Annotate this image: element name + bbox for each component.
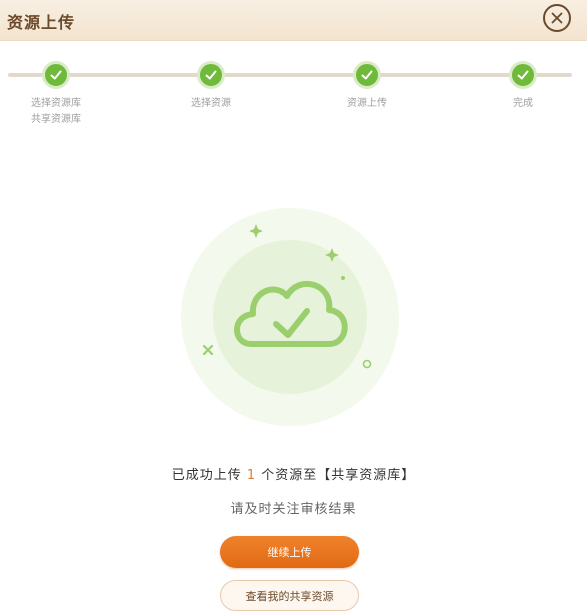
upload-success-illustration [181,208,399,426]
review-notice: 请及时关注审核结果 [230,502,357,517]
dialog-title: 资源上传 [7,13,76,32]
dialog-header: 资源上传 [0,0,587,41]
close-icon [551,12,563,24]
check-icon [50,70,62,80]
continue-upload-button[interactable]: 继续上传 [220,536,359,568]
step-4-label: 完成 [513,98,533,109]
message-suffix: 个资源至【共享资源库】 [256,468,416,483]
check-icon [517,70,529,80]
check-icon [205,70,217,80]
message-prefix: 已成功上传 [171,468,247,483]
check-icon [361,70,373,80]
progress-track [8,73,572,77]
step-1-label: 选择资源库 共享资源库 [31,98,81,125]
step-3-indicator [353,61,381,89]
step-2-label: 选择资源 [191,98,231,109]
step-3-label: 资源上传 [347,98,387,109]
step-4-indicator [509,61,537,89]
step-1-indicator [42,61,70,89]
close-button[interactable] [543,4,571,32]
upload-count: 1 [246,468,257,483]
view-my-shared-resources-button[interactable]: 查看我的共享资源 [220,580,359,611]
step-2-indicator [197,61,225,89]
upload-success-message: 已成功上传 1 个资源至【共享资源库】 [0,464,587,483]
